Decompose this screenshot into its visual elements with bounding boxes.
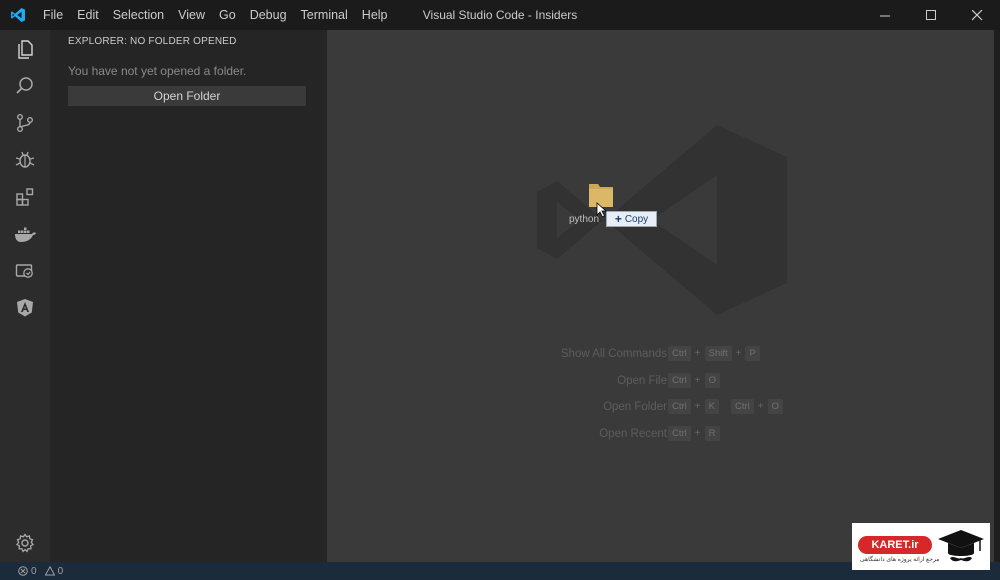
settings-gear-icon[interactable] (0, 524, 50, 561)
plus-icon: + (614, 212, 622, 226)
shortcut-row: Show All Commands Ctrl + Shift + P (477, 346, 897, 375)
keybinding: P (745, 346, 760, 361)
debug-icon[interactable] (0, 141, 50, 178)
error-icon (18, 566, 28, 576)
vscode-window: File Edit Selection View Go Debug Termin… (0, 0, 1000, 580)
error-count: 0 (31, 565, 37, 577)
menu-help[interactable]: Help (355, 0, 395, 30)
problems-status[interactable]: 0 (18, 566, 37, 577)
brand-subtitle: مرجع ارائه پروژه های دانشگاهی (860, 557, 940, 563)
open-folder-button[interactable]: Open Folder (68, 86, 306, 106)
status-bar: 0 0 (0, 562, 1000, 580)
copy-drop-tooltip: + Copy (606, 211, 657, 227)
no-folder-message: You have not yet opened a folder. (68, 64, 247, 78)
shortcut-row: Open Recent Ctrl + R (477, 425, 897, 455)
keybinding: O (704, 372, 721, 388)
docker-icon[interactable] (0, 215, 50, 252)
remote-icon[interactable] (0, 252, 50, 289)
shortcut-label: Show All Commands (560, 348, 667, 360)
shortcut-label: Open File (617, 374, 667, 387)
shortcut-list: Show All Commands Ctrl + Shift + P Open Fi… (477, 346, 897, 455)
shortcut-label: Open Recent (599, 427, 667, 440)
brand-badge: KARET.ir مرجع ارائه پروژه های دانشگاهی (852, 523, 990, 570)
files-icon[interactable] (0, 30, 50, 67)
keybinding: Ctrl (668, 346, 691, 361)
keybinding: Ctrl (668, 425, 691, 441)
graduation-cap-icon (938, 530, 984, 562)
explorer-sidebar: EXPLORER: NO FOLDER OPENED You have not … (50, 30, 327, 562)
warning-icon (44, 566, 55, 576)
shortcut-label: Open Folder (603, 401, 667, 413)
menu-view[interactable]: View (171, 0, 212, 30)
sidebar-title: EXPLORER: NO FOLDER OPENED (68, 36, 237, 47)
warnings-status[interactable]: 0 (44, 565, 64, 577)
menu-debug[interactable]: Debug (243, 0, 294, 30)
maximize-icon (925, 9, 936, 20)
keybinding: Ctrl (730, 399, 754, 414)
menu-file[interactable]: File (36, 0, 70, 30)
keybinding: Ctrl (668, 399, 691, 414)
brand-name: KARET.ir (858, 536, 932, 554)
copy-label: Copy (624, 213, 649, 225)
vscode-logo-icon (0, 0, 36, 30)
keybinding: Ctrl (668, 372, 691, 388)
extensions-icon[interactable] (0, 178, 50, 215)
warning-count: 0 (57, 565, 64, 577)
angular-icon[interactable] (0, 289, 50, 326)
keybinding: O (767, 399, 783, 414)
keybinding: K (704, 399, 719, 414)
menu-selection[interactable]: Selection (106, 0, 171, 30)
search-icon[interactable] (0, 67, 50, 104)
dragged-folder-name: python (569, 214, 600, 225)
shortcut-row: Open Folder Ctrl + K Ctrl + O (477, 399, 897, 428)
close-icon (971, 9, 982, 20)
menu-bar: File Edit Selection View Go Debug Termin… (36, 0, 395, 30)
activity-bar (0, 30, 50, 562)
menu-edit[interactable]: Edit (70, 0, 106, 30)
keybinding: R (704, 425, 720, 441)
title-bar: File Edit Selection View Go Debug Termin… (0, 0, 1000, 30)
menu-terminal[interactable]: Terminal (294, 0, 355, 30)
mouse-cursor-icon (596, 202, 608, 218)
keybinding: Shift (704, 346, 732, 361)
maximize-button[interactable] (908, 0, 954, 30)
minimize-icon (879, 15, 890, 16)
close-button[interactable] (954, 0, 1000, 30)
source-control-icon[interactable] (0, 104, 50, 141)
editor-area: Show All Commands Ctrl + Shift + P Open Fi… (327, 30, 994, 562)
minimize-button[interactable] (862, 0, 908, 30)
menu-go[interactable]: Go (212, 0, 243, 30)
shortcut-row: Open File Ctrl + O (477, 372, 897, 402)
window-controls (862, 0, 1000, 30)
